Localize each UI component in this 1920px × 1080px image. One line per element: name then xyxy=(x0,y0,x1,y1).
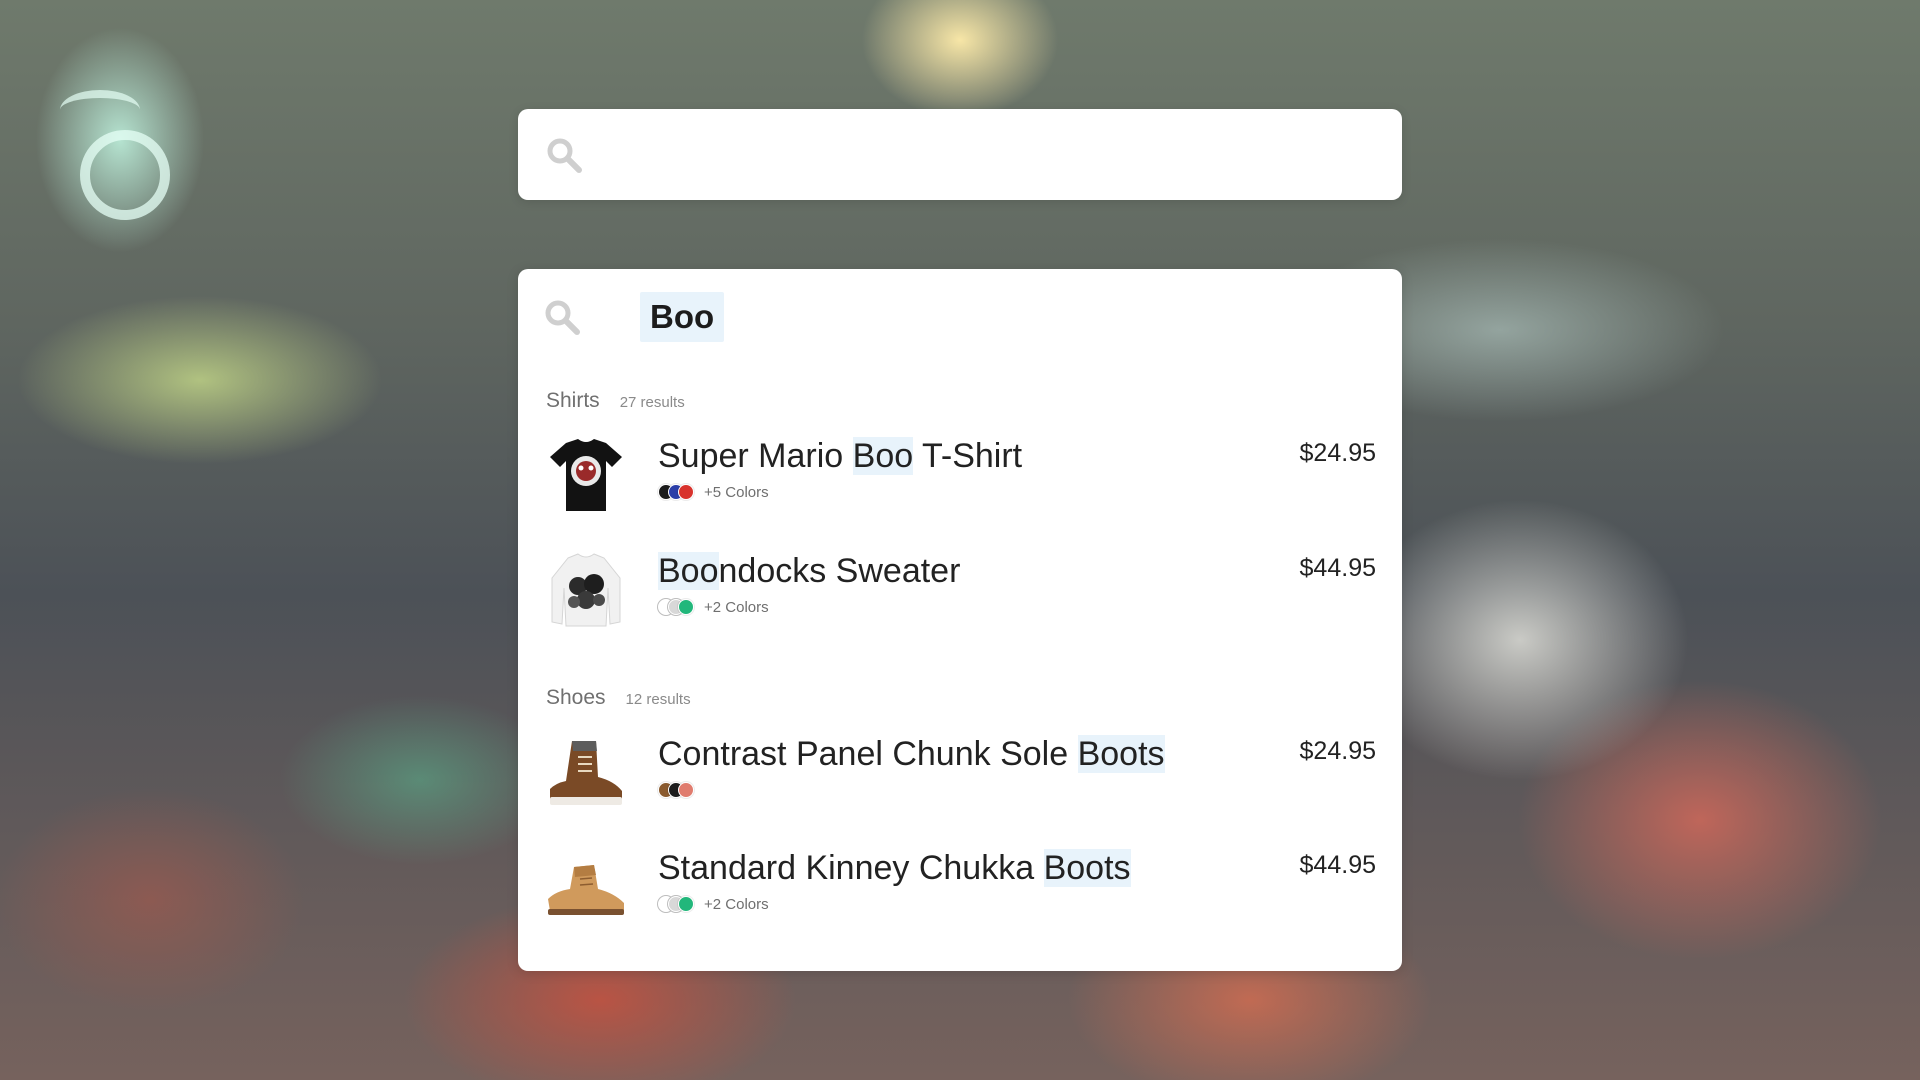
result-item[interactable]: Super Mario Boo T-Shirt +5 Colors $24.95 xyxy=(544,433,1376,525)
search-results-panel: Boo Shirts 27 results Super Mario Boo T-… xyxy=(518,269,1402,971)
search-input[interactable] xyxy=(598,125,1378,183)
search-icon xyxy=(546,137,584,180)
product-name: Super Mario Boo T-Shirt xyxy=(658,437,1023,475)
product-price: $24.95 xyxy=(1299,737,1376,765)
chukka-boot-image xyxy=(544,845,628,929)
search-bar xyxy=(518,109,1402,200)
color-swatches: +5 Colors xyxy=(658,483,769,501)
product-name: Contrast Panel Chunk Sole Boots xyxy=(658,735,1165,773)
background-neon-ring xyxy=(80,130,170,220)
result-item[interactable]: Contrast Panel Chunk Sole Boots $24.95 xyxy=(544,731,1376,823)
product-price: $44.95 xyxy=(1299,851,1376,879)
result-item[interactable]: Standard Kinney Chukka Boots +2 Colors $… xyxy=(544,845,1376,937)
more-colors-label: +2 Colors xyxy=(704,895,769,913)
section-title: Shoes xyxy=(546,686,606,709)
more-colors-label: +5 Colors xyxy=(704,483,769,501)
sweater-image xyxy=(544,548,628,632)
color-swatch[interactable] xyxy=(678,896,694,912)
color-swatch[interactable] xyxy=(678,484,694,500)
color-swatches: +2 Colors xyxy=(658,895,769,913)
color-swatches xyxy=(658,781,694,799)
result-count: 12 results xyxy=(625,691,691,708)
color-swatch[interactable] xyxy=(678,782,694,798)
background-neon-sign xyxy=(60,90,140,130)
result-item[interactable]: Boondocks Sweater +2 Colors $44.95 xyxy=(544,548,1376,640)
more-colors-label: +2 Colors xyxy=(704,598,769,616)
color-swatches: +2 Colors xyxy=(658,598,769,616)
product-price: $44.95 xyxy=(1299,554,1376,582)
boot-image xyxy=(544,731,628,815)
match-highlight: Boo xyxy=(658,552,719,590)
section-header-shirts: Shirts 27 results xyxy=(546,389,685,413)
query-row: Boo xyxy=(544,292,1374,346)
color-swatch[interactable] xyxy=(678,599,694,615)
result-count: 27 results xyxy=(619,394,685,411)
section-header-shoes: Shoes 12 results xyxy=(546,686,691,710)
product-name: Boondocks Sweater xyxy=(658,552,961,590)
section-title: Shirts xyxy=(546,389,600,412)
match-highlight: Boots xyxy=(1043,849,1131,887)
product-price: $24.95 xyxy=(1299,439,1376,467)
match-highlight: Boo xyxy=(852,437,914,475)
search-query[interactable]: Boo xyxy=(640,292,725,342)
t-shirt-image xyxy=(544,433,628,517)
product-name: Standard Kinney Chukka Boots xyxy=(658,849,1131,887)
search-icon xyxy=(544,299,582,342)
match-highlight: Boots xyxy=(1077,735,1165,773)
